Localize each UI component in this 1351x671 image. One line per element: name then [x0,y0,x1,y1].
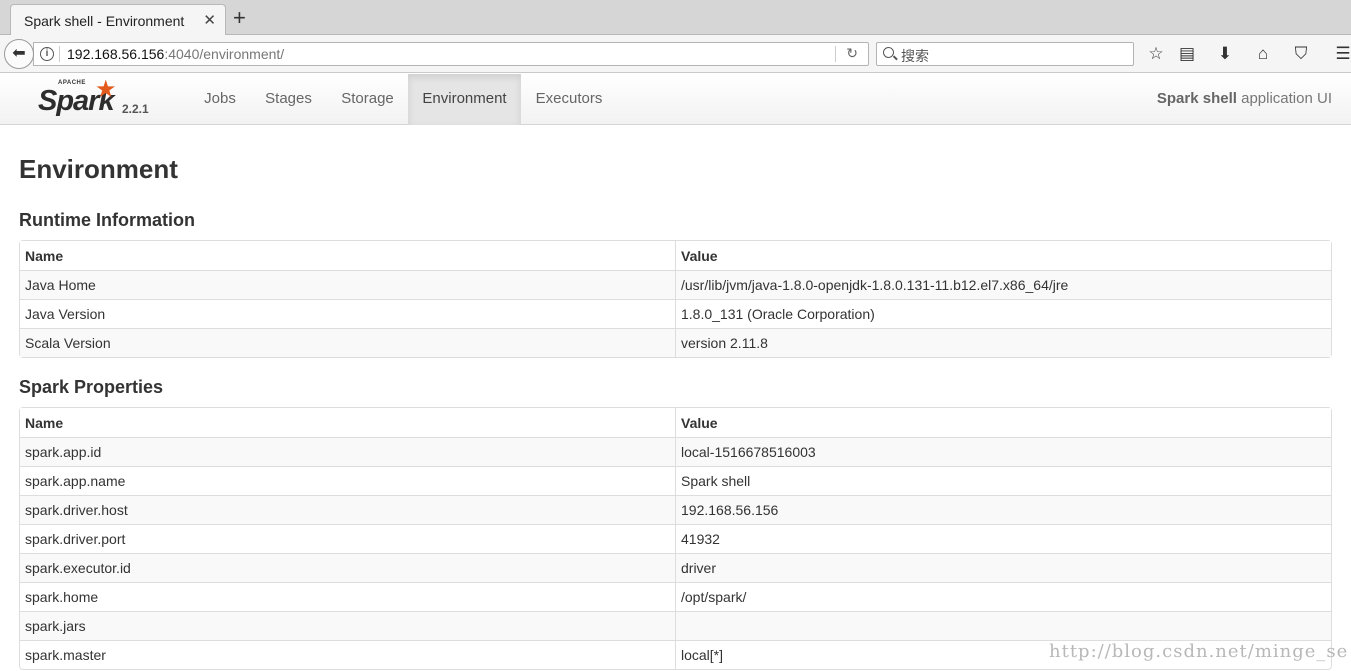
app-name: Spark shell [1156,90,1237,107]
reload-icon[interactable]: ↻ [846,45,858,62]
spark-logo[interactable]: APACHE Spark ★ [38,76,128,122]
app-suffix: application UI [1236,90,1332,107]
property-name: spark.master [20,640,676,669]
bookmark-star-icon[interactable]: ☆ [1145,43,1167,65]
table-row: spark.driver.port 41932 [20,524,1331,553]
table-row: spark.executor.id driver [20,553,1331,582]
property-value [676,611,1331,640]
table-header-row: Name Value [20,408,1331,437]
back-button[interactable]: ⬅ [4,39,34,69]
address-bar[interactable]: i 192.168.56.156:4040/environment/ ↻ [33,42,869,66]
url-text[interactable]: 192.168.56.156:4040/environment/ [67,46,284,62]
table-row: spark.jars [20,611,1331,640]
close-tab-icon[interactable]: ✕ [203,11,216,29]
table-row: spark.home /opt/spark/ [20,582,1331,611]
browser-tab-title: Spark shell - Environment [24,13,185,29]
property-value: 1.8.0_131 (Oracle Corporation) [676,299,1331,328]
property-value: 41932 [676,524,1331,553]
property-name: spark.driver.host [20,495,676,524]
column-header-name[interactable]: Name [20,241,676,270]
new-tab-button[interactable]: + [233,5,246,31]
property-value: Spark shell [676,466,1331,495]
search-placeholder: 搜索 [901,48,929,64]
pocket-icon[interactable]: ⛉ [1290,43,1312,65]
spark-version: 2.2.1 [122,102,149,116]
spark-navbar: APACHE Spark ★ 2.2.1 Jobs Stages Storage… [0,74,1351,125]
property-name: Java Home [20,270,676,299]
table-row: spark.app.name Spark shell [20,466,1331,495]
search-icon [883,47,894,58]
tab-executors[interactable]: Executors [524,74,614,125]
url-separator [59,46,60,62]
runtime-info-title[interactable]: Runtime Information [19,210,195,231]
runtime-info-table: Name Value Java Home /usr/lib/jvm/java-1… [19,240,1332,358]
property-name: Java Version [20,299,676,328]
column-header-value[interactable]: Value [676,241,1331,270]
property-value: local-1516678516003 [676,437,1331,466]
reading-list-icon[interactable]: ▤ [1176,43,1198,65]
url-path: :4040/environment/ [164,46,285,62]
search-bar[interactable]: 搜索 [876,42,1134,66]
table-row: Scala Version version 2.11.8 [20,328,1331,357]
property-name: spark.app.name [20,466,676,495]
site-info-icon[interactable]: i [40,47,54,61]
property-name: Scala Version [20,328,676,357]
property-value: /usr/lib/jvm/java-1.8.0-openjdk-1.8.0.13… [676,270,1331,299]
column-header-value[interactable]: Value [676,408,1331,437]
column-header-name[interactable]: Name [20,408,676,437]
table-row: spark.driver.host 192.168.56.156 [20,495,1331,524]
spark-star-icon: ★ [95,76,117,103]
back-arrow-icon: ⬅ [12,45,26,62]
property-name: spark.app.id [20,437,676,466]
table-header-row: Name Value [20,241,1331,270]
property-name: spark.jars [20,611,676,640]
tab-stages[interactable]: Stages [254,74,323,125]
app-title: Spark shell application UI [1157,90,1332,107]
spark-properties-table: Name Value spark.app.id local-1516678516… [19,407,1332,670]
property-value: /opt/spark/ [676,582,1331,611]
reload-separator [835,46,836,62]
page-title: Environment [19,154,178,184]
property-name: spark.executor.id [20,553,676,582]
property-value: version 2.11.8 [676,328,1331,357]
browser-tab[interactable]: Spark shell - Environment ✕ [10,4,226,36]
home-icon[interactable]: ⌂ [1252,43,1274,65]
property-value: 192.168.56.156 [676,495,1331,524]
spark-properties-title[interactable]: Spark Properties [19,377,163,398]
tab-jobs[interactable]: Jobs [190,74,250,125]
url-host: 192.168.56.156 [67,46,165,62]
tab-environment[interactable]: Environment [408,74,521,125]
property-value: driver [676,553,1331,582]
table-row: Java Version 1.8.0_131 (Oracle Corporati… [20,299,1331,328]
menu-icon[interactable]: ☰ [1332,43,1351,65]
table-row: spark.app.id local-1516678516003 [20,437,1331,466]
browser-nav-bar: i 192.168.56.156:4040/environment/ ↻ ⬅ 搜… [0,35,1351,73]
property-name: spark.home [20,582,676,611]
download-icon[interactable]: ⬇ [1214,43,1236,65]
property-name: spark.driver.port [20,524,676,553]
browser-tab-strip: Spark shell - Environment ✕ + [0,0,1351,36]
tab-storage[interactable]: Storage [330,74,405,125]
table-row: Java Home /usr/lib/jvm/java-1.8.0-openjd… [20,270,1331,299]
watermark: http://blog.csdn.net/minge_se [1049,641,1349,662]
